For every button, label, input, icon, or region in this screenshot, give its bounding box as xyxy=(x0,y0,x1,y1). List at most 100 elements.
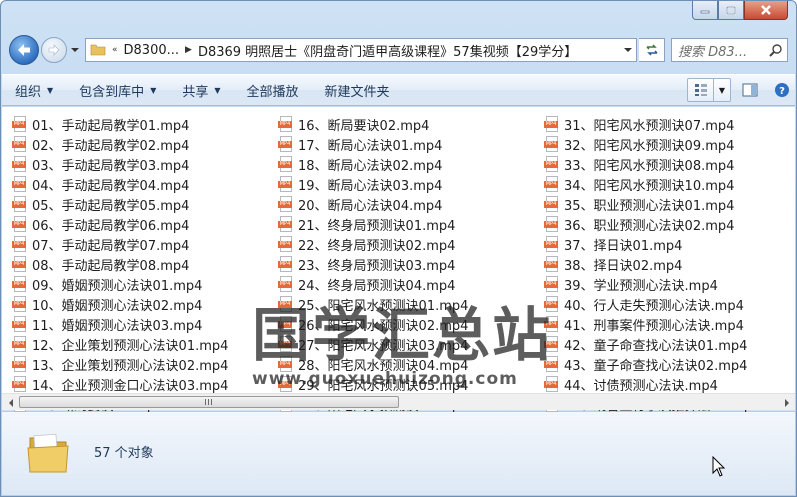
file-name: 43、童子命查找心法诀02.mp4 xyxy=(564,358,748,374)
file-item[interactable]: MP4 18、断局心法诀02.mp4 xyxy=(278,154,538,174)
file-item[interactable]: MP4 10、婚姻预测心法诀02.mp4 xyxy=(12,294,272,314)
file-list-pane: MP4 01、手动起局教学01.mp4 MP4 02、手动起局教学02.mp4 MP4 0… xyxy=(2,107,796,414)
recent-pages-dropdown[interactable] xyxy=(69,47,81,53)
file-item[interactable]: MP4 13、企业策划预测心法诀02.mp4 xyxy=(12,354,272,374)
file-item[interactable]: MP4 38、择日诀02.mp4 xyxy=(544,254,796,274)
file-item[interactable]: MP4 22、终身局预测诀02.mp4 xyxy=(278,234,538,254)
address-bar[interactable]: « D8300... ▶ D8369 明照居士《阴盘奇门遁甲高级课程》57集视频… xyxy=(85,38,637,62)
command-bar: 组织 ▼ 包含到库中 ▼ 共享 ▼ 全部播放 新建文件夹 ▼ ? xyxy=(2,74,795,106)
file-item[interactable]: MP4 11、婚姻预测心法诀03.mp4 xyxy=(12,314,272,334)
breadcrumb-current[interactable]: D8369 明照居士《阴盘奇门遁甲高级课程》57集视频【29学分】 xyxy=(198,41,577,60)
file-item[interactable]: MP4 01、手动起局教学01.mp4 xyxy=(12,114,272,134)
new-folder-button[interactable]: 新建文件夹 xyxy=(312,75,403,105)
file-item[interactable]: MP4 36、职业预测心法诀02.mp4 xyxy=(544,214,796,234)
file-item[interactable]: MP4 27、阳宅风水预测诀03.mp4 xyxy=(278,334,538,354)
file-item[interactable]: MP4 16、断局要诀02.mp4 xyxy=(278,114,538,134)
breadcrumb-parent[interactable]: D8300... xyxy=(124,43,180,58)
file-name: 20、断局心法诀04.mp4 xyxy=(298,198,443,214)
file-item[interactable]: MP4 08、手动起局教学08.mp4 xyxy=(12,254,272,274)
file-item[interactable]: MP4 40、行人走失预测心法诀.mp4 xyxy=(544,294,796,314)
file-item[interactable]: MP4 12、企业策划预测心法诀01.mp4 xyxy=(12,334,272,354)
search-box[interactable]: 搜索 D83... xyxy=(671,38,788,62)
file-item[interactable]: MP4 02、手动起局教学02.mp4 xyxy=(12,134,272,154)
video-file-icon: MP4 xyxy=(544,356,560,372)
play-all-button[interactable]: 全部播放 xyxy=(234,75,312,105)
preview-pane-button[interactable] xyxy=(737,78,763,102)
svg-text:?: ? xyxy=(779,86,785,97)
file-item[interactable]: MP4 14、企业预测金口心法诀03.mp4 xyxy=(12,374,272,394)
file-item[interactable]: MP4 35、职业预测心法诀01.mp4 xyxy=(544,194,796,214)
forward-button[interactable] xyxy=(41,37,67,63)
video-file-icon: MP4 xyxy=(544,256,560,272)
video-file-icon: MP4 xyxy=(12,236,28,252)
file-item[interactable]: MP4 32、阳宅风水预测诀09.mp4 xyxy=(544,134,796,154)
video-file-icon: MP4 xyxy=(12,156,28,172)
help-button[interactable]: ? xyxy=(769,78,795,102)
file-type-badge: MP4 xyxy=(544,301,558,308)
file-item[interactable]: MP4 37、择日诀01.mp4 xyxy=(544,234,796,254)
file-type-badge: MP4 xyxy=(544,341,558,348)
chevron-left-icon[interactable]: « xyxy=(112,45,118,55)
close-button[interactable] xyxy=(744,1,788,20)
file-type-badge: MP4 xyxy=(12,381,26,388)
file-item[interactable]: MP4 23、终身局预测诀03.mp4 xyxy=(278,254,538,274)
file-item[interactable]: MP4 43、童子命查找心法诀02.mp4 xyxy=(544,354,796,374)
file-type-badge: MP4 xyxy=(12,301,26,308)
file-item[interactable]: MP4 06、手动起局教学06.mp4 xyxy=(12,214,272,234)
video-file-icon: MP4 xyxy=(278,336,294,352)
file-item[interactable]: MP4 21、终身局预测诀01.mp4 xyxy=(278,214,538,234)
file-item[interactable]: MP4 03、手动起局教学03.mp4 xyxy=(12,154,272,174)
file-item[interactable]: MP4 31、阳宅风水预测诀07.mp4 xyxy=(544,114,796,134)
file-name: 38、择日诀02.mp4 xyxy=(564,258,683,274)
back-button[interactable] xyxy=(9,35,39,65)
file-item[interactable]: MP4 04、手动起局教学04.mp4 xyxy=(12,174,272,194)
view-list-icon[interactable] xyxy=(688,79,714,101)
search-icon[interactable] xyxy=(765,43,787,57)
video-file-icon: MP4 xyxy=(12,316,28,332)
scrollbar-thumb[interactable] xyxy=(19,396,399,408)
file-item[interactable]: MP4 42、童子命查找心法诀01.mp4 xyxy=(544,334,796,354)
file-name: 29、阳宅风水预测诀05.mp4 xyxy=(298,378,469,394)
scroll-right-button[interactable] xyxy=(778,394,795,411)
file-item[interactable]: MP4 05、手动起局教学05.mp4 xyxy=(12,194,272,214)
video-file-icon: MP4 xyxy=(278,356,294,372)
chevron-down-icon[interactable]: ▼ xyxy=(714,86,730,95)
video-file-icon: MP4 xyxy=(544,196,560,212)
file-item[interactable]: MP4 25、阳宅风水预测诀01.mp4 xyxy=(278,294,538,314)
file-type-badge: MP4 xyxy=(544,281,558,288)
file-item[interactable]: MP4 29、阳宅风水预测诀05.mp4 xyxy=(278,374,538,394)
refresh-button[interactable] xyxy=(639,38,665,62)
file-item[interactable]: MP4 20、断局心法诀04.mp4 xyxy=(278,194,538,214)
scroll-left-button[interactable] xyxy=(2,394,19,411)
file-item[interactable]: MP4 19、断局心法诀03.mp4 xyxy=(278,174,538,194)
search-input[interactable]: 搜索 D83... xyxy=(672,41,765,60)
organize-label: 组织 xyxy=(15,84,42,100)
share-menu[interactable]: 共享 ▼ xyxy=(169,75,233,105)
chevron-right-icon[interactable]: ▶ xyxy=(185,45,192,55)
change-view-button[interactable]: ▼ xyxy=(687,78,731,102)
file-item[interactable]: MP4 44、讨债预测心法诀.mp4 xyxy=(544,374,796,394)
file-item[interactable]: MP4 26、阳宅风水预测诀02.mp4 xyxy=(278,314,538,334)
maximize-button[interactable] xyxy=(718,1,744,20)
file-item[interactable]: MP4 24、终身局预测诀04.mp4 xyxy=(278,274,538,294)
file-item[interactable]: MP4 07、手动起局教学07.mp4 xyxy=(12,234,272,254)
organize-menu[interactable]: 组织 ▼ xyxy=(2,75,66,105)
file-item[interactable]: MP4 33、阳宅风水预测诀08.mp4 xyxy=(544,154,796,174)
file-name: 08、手动起局教学08.mp4 xyxy=(32,258,190,274)
file-item[interactable]: MP4 41、刑事案件预测心法诀.mp4 xyxy=(544,314,796,334)
horizontal-scrollbar[interactable] xyxy=(2,393,795,410)
file-item[interactable]: MP4 28、阳宅风水预测诀04.mp4 xyxy=(278,354,538,374)
file-name: 32、阳宅风水预测诀09.mp4 xyxy=(564,138,735,154)
file-type-badge: MP4 xyxy=(278,221,292,228)
file-type-badge: MP4 xyxy=(12,161,26,168)
address-dropdown[interactable] xyxy=(618,39,636,61)
video-file-icon: MP4 xyxy=(544,376,560,392)
file-item[interactable]: MP4 34、阳宅风水预测诀10.mp4 xyxy=(544,174,796,194)
file-type-badge: MP4 xyxy=(12,181,26,188)
minimize-button[interactable] xyxy=(692,1,718,20)
include-in-library-menu[interactable]: 包含到库中 ▼ xyxy=(66,75,169,105)
file-item[interactable]: MP4 17、断局心法诀01.mp4 xyxy=(278,134,538,154)
file-item[interactable]: MP4 39、学业预测心法诀.mp4 xyxy=(544,274,796,294)
file-type-badge: MP4 xyxy=(544,261,558,268)
file-item[interactable]: MP4 09、婚姻预测心法诀01.mp4 xyxy=(12,274,272,294)
